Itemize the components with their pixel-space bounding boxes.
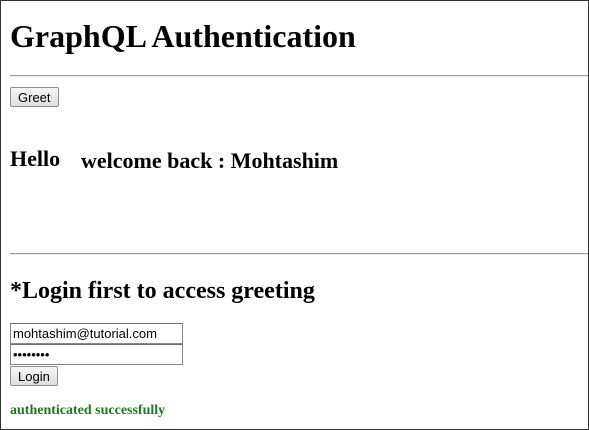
password-field[interactable]: [10, 344, 183, 365]
greet-button[interactable]: Greet: [10, 87, 59, 107]
section-divider: [10, 253, 588, 255]
login-heading: *Login first to access greeting: [10, 278, 315, 304]
greeting-message: welcome back : Mohtashim: [81, 148, 339, 173]
top-divider: [10, 75, 588, 77]
page-title: GraphQL Authentication: [10, 18, 356, 54]
page-frame: [0, 0, 589, 430]
auth-status-message: authenticated successfully: [10, 403, 166, 418]
hello-label: Hello: [10, 146, 61, 171]
login-button[interactable]: Login: [10, 366, 58, 386]
email-field[interactable]: [10, 323, 183, 344]
